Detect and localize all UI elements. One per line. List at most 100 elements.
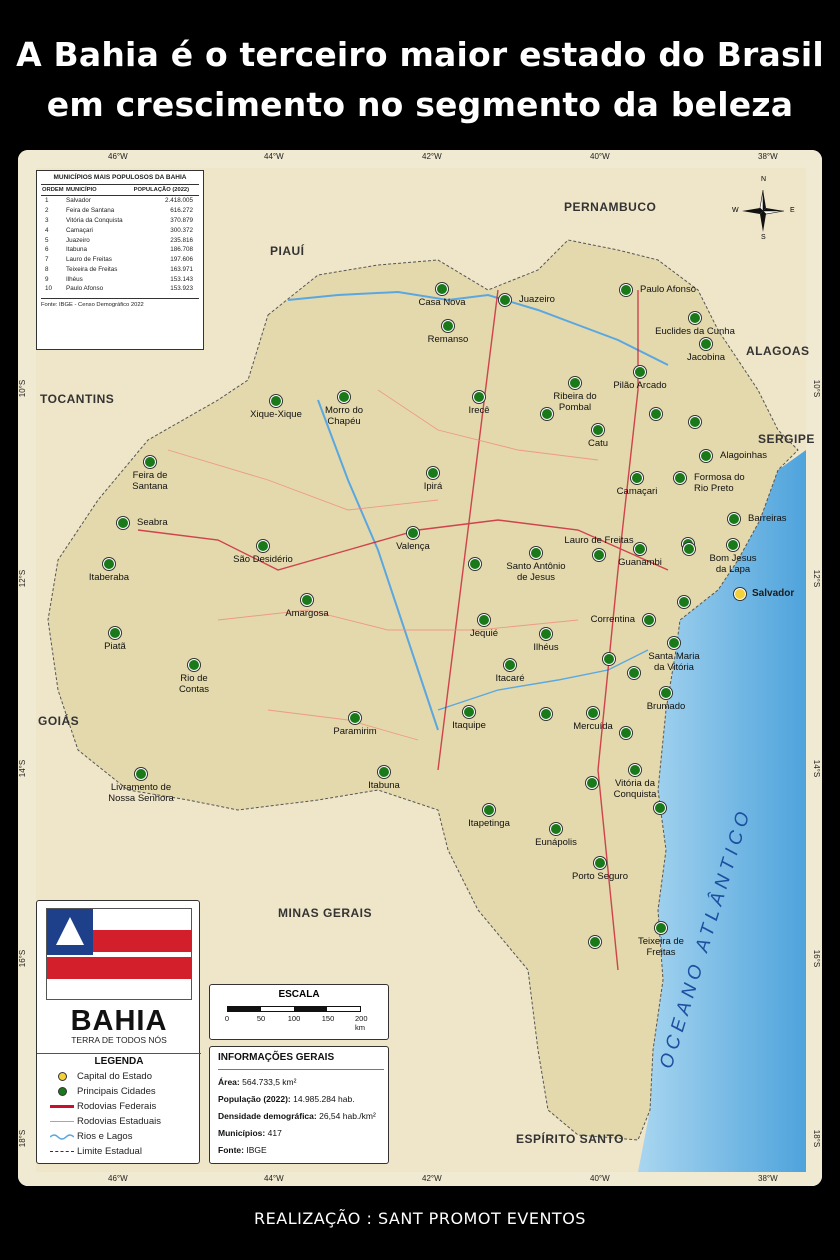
state-road-line-icon (50, 1120, 74, 1122)
lon-label-top-46: 46°W (108, 152, 128, 161)
legend-label: Rios e Lagos (77, 1130, 133, 1142)
info-src-label: Fonte: (218, 1145, 244, 1155)
city-label: Seabra (137, 517, 168, 528)
state-name: BAHIA (70, 1005, 168, 1037)
city-marker (540, 708, 552, 720)
page-title: A Bahia é o terceiro maior estado do Bra… (0, 30, 840, 130)
city-marker (689, 416, 701, 428)
city-marker (628, 667, 640, 679)
neighbor-sergipe: SERGIPE (758, 432, 815, 446)
table-cell-order: 4 (45, 226, 49, 234)
lat-label-left-16: 16°S (18, 949, 28, 968)
info-municipalities: Municípios: 417 (218, 1128, 282, 1138)
compass-star-icon (742, 189, 785, 232)
city-marker (540, 628, 552, 640)
city-marker (469, 558, 481, 570)
table-header-order: ORDEM (41, 184, 65, 196)
city-marker (188, 659, 200, 671)
city-label: Jequié (470, 628, 498, 639)
population-table: ORDEM MUNICÍPIO POPULAÇÃO (2022) 1 Salvad… (41, 184, 199, 294)
legend-item-cities: Principais Cidades (47, 1084, 156, 1098)
scale-label-200: 200 km (355, 1014, 368, 1032)
city-label: Morro do Chapéu (324, 405, 364, 427)
scale-bar (227, 1006, 361, 1012)
city-marker (668, 637, 680, 649)
legend-label: Rodovias Estaduais (77, 1115, 161, 1127)
city-marker (589, 936, 601, 948)
compass-w: W (732, 207, 739, 214)
city-marker (473, 391, 485, 403)
info-title: INFORMAÇÕES GERAIS (218, 1052, 335, 1063)
population-table-panel: MUNICÍPIOS MAIS POPULOSOS DA BAHIA ORDEM… (36, 170, 204, 350)
lat-label-right-10: 10°S (812, 379, 822, 398)
city-label: Itabuna (368, 780, 400, 791)
lon-label-top-40: 40°W (590, 152, 610, 161)
city-label: Brumado (646, 701, 686, 712)
info-pop-value: 14.985.284 hab. (293, 1094, 355, 1104)
capital-dot-icon (57, 1071, 67, 1081)
city-label: Lauro de Freitas (564, 535, 634, 546)
city-marker (728, 513, 740, 525)
legend-title: LEGENDA (37, 1053, 201, 1067)
table-cell-population: 153.923 (170, 285, 193, 293)
table-cell-municipality: Juazeiro (66, 236, 90, 244)
flag-triangle-icon (56, 917, 84, 945)
legend-label: Limite Estadual (77, 1145, 142, 1157)
lon-label-bottom-44: 44°W (264, 1174, 284, 1183)
city-marker (338, 391, 350, 403)
table-row: 8 Teixeira de Freitas 163.971 (41, 264, 199, 274)
lat-label-right-16: 16°S (812, 949, 822, 968)
table-cell-order: 3 (45, 216, 49, 224)
city-label: Camaçari (616, 486, 658, 497)
city-label: Amargosa (285, 608, 329, 619)
neighbor-alagoas: ALAGOAS (746, 344, 810, 358)
legend-label: Principais Cidades (77, 1085, 156, 1097)
info-dens-value: 26,54 hab./km² (319, 1111, 376, 1121)
neighbor-tocantins: TOCANTINS (40, 392, 115, 406)
table-row: 9 Ilhéus 153.143 (41, 274, 199, 284)
table-cell-population: 300.372 (170, 226, 193, 234)
table-cell-population: 235.816 (170, 236, 193, 244)
city-label: Livramento de Nossa Senhora (108, 782, 174, 804)
city-label: Itapetinga (468, 818, 510, 829)
dashed-boundary-icon (50, 1150, 74, 1152)
flag-canton (47, 909, 93, 955)
city-marker (643, 614, 655, 626)
city-marker (586, 777, 598, 789)
city-label: Vitória da Conquista (613, 778, 657, 800)
city-marker (144, 456, 156, 468)
city-marker (117, 517, 129, 529)
city-label: Euclides da Cunha (655, 326, 735, 337)
table-cell-population: 370.879 (170, 216, 193, 224)
lat-label-right-18: 18°S (812, 1129, 822, 1148)
city-label: Alagoinhas (720, 450, 768, 461)
city-marker (407, 527, 419, 539)
info-mun-label: Municípios: (218, 1128, 266, 1138)
city-label: Paulo Afonso (640, 284, 696, 295)
city-marker (683, 543, 695, 555)
table-row: 5 Juazeiro 235.816 (41, 235, 199, 245)
city-marker (629, 764, 641, 776)
city-label: Irecê (468, 405, 490, 416)
table-cell-order: 7 (45, 256, 49, 264)
table-header-row: ORDEM MUNICÍPIO POPULAÇÃO (2022) (41, 184, 199, 196)
table-row: 6 Itabuna 186.708 (41, 245, 199, 255)
city-marker (301, 594, 313, 606)
info-density: Densidade demográfica: 26,54 hab./km² (218, 1111, 376, 1121)
scale-label-0: 0 (224, 1014, 230, 1023)
table-cell-municipality: Camaçari (66, 226, 93, 234)
city-marker (257, 540, 269, 552)
city-label: Itaquipe (452, 720, 486, 731)
lon-label-bottom-38: 38°W (758, 1174, 778, 1183)
lon-label-bottom-42: 42°W (422, 1174, 442, 1183)
table-cell-population: 616.272 (170, 207, 193, 215)
city-marker (270, 395, 282, 407)
table-body: 1 Salvador 2.418.005 2 Feira de Santana 616.2… (41, 196, 199, 294)
city-marker (678, 596, 690, 608)
info-src-value: IBGE (246, 1145, 267, 1155)
city-marker (427, 467, 439, 479)
city-label: Xique-Xique (250, 409, 302, 420)
table-cell-municipality: Itabuna (66, 246, 88, 254)
city-marker (593, 549, 605, 561)
table-cell-municipality: Salvador (66, 197, 91, 205)
